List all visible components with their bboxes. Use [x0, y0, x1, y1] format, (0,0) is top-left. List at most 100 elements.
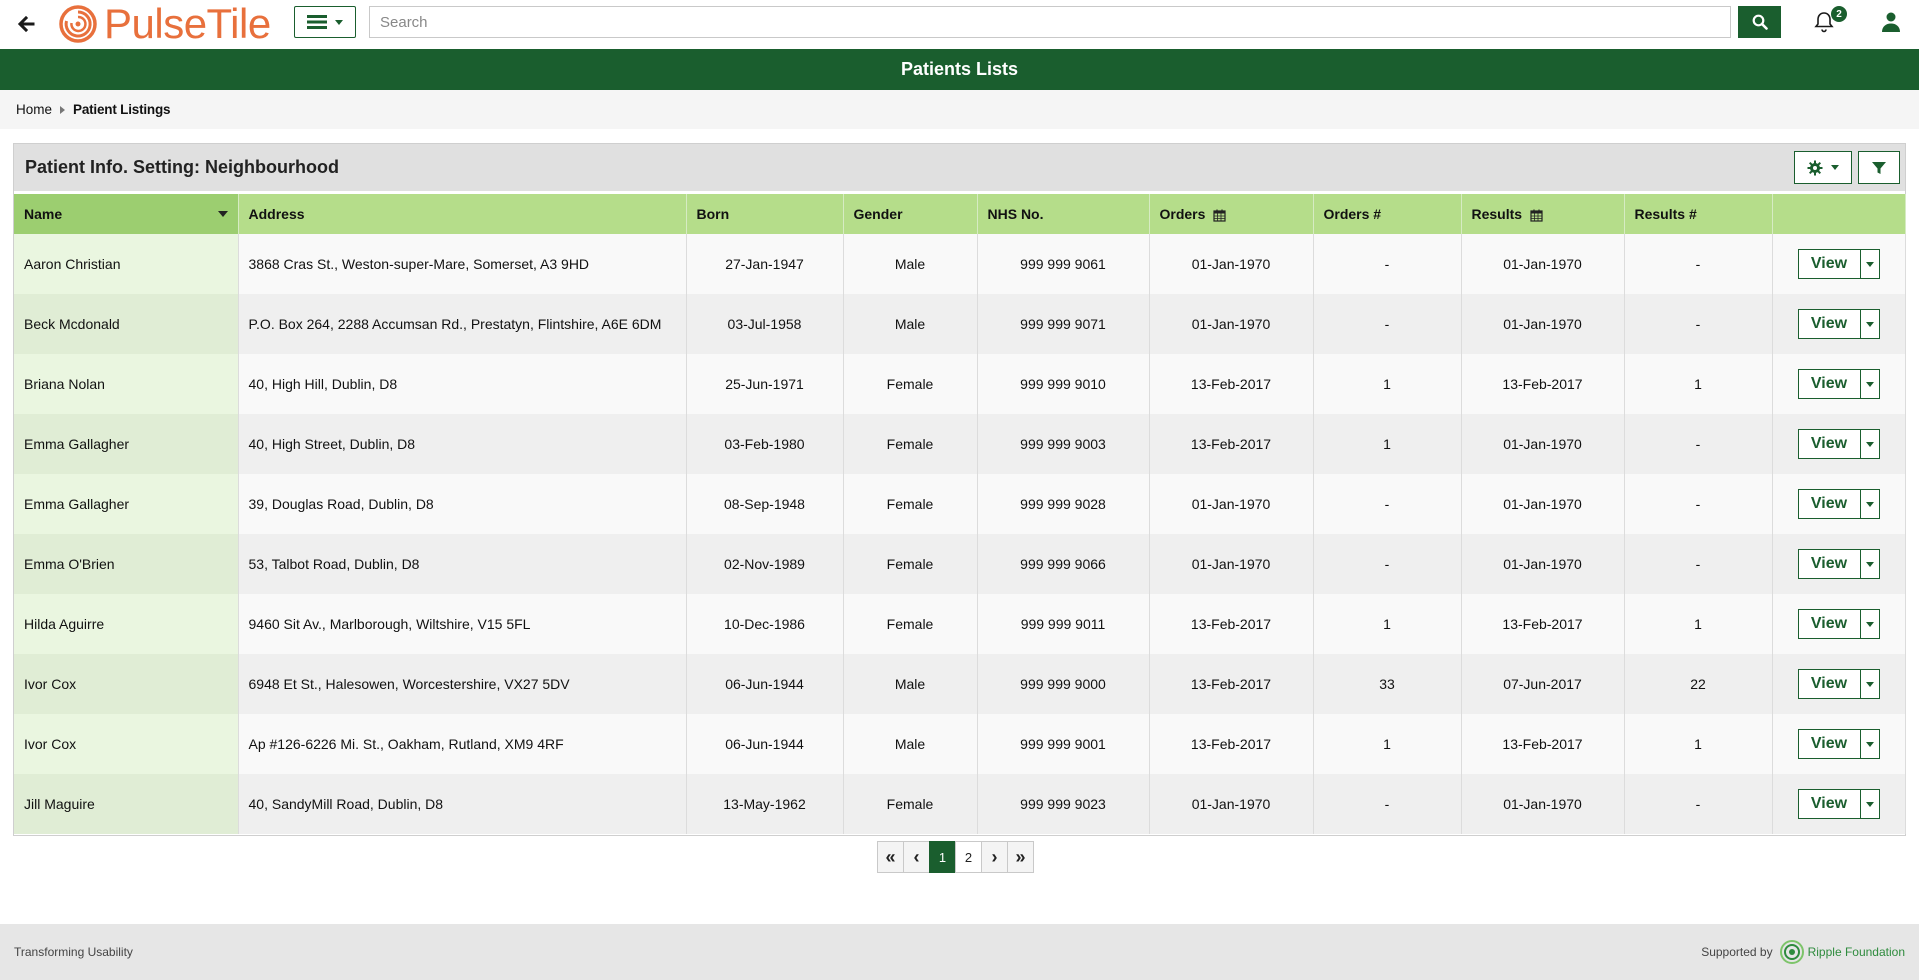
column-header-nhs[interactable]: NHS No. — [977, 194, 1150, 234]
pulsetile-logo[interactable]: PulseTile — [58, 0, 271, 47]
cell-orders-date: 13-Feb-2017 — [1149, 714, 1314, 774]
table-row[interactable]: Briana Nolan 40, High Hill, Dublin, D8 25-… — [14, 354, 1906, 414]
column-header-results-count[interactable]: Results # — [1624, 194, 1773, 234]
cell-orders-count: 1 — [1313, 594, 1462, 654]
view-dropdown-toggle[interactable] — [1860, 550, 1879, 578]
cell-name: Aaron Christian — [14, 234, 239, 294]
cell-actions: View — [1772, 354, 1906, 414]
breadcrumb-home-link[interactable]: Home — [16, 102, 52, 117]
table-row[interactable]: Hilda Aguirre 9460 Sit Av., Marlborough, … — [14, 594, 1906, 654]
cell-name: Briana Nolan — [14, 354, 239, 414]
cell-orders-date: 13-Feb-2017 — [1149, 594, 1314, 654]
view-dropdown-toggle[interactable] — [1860, 310, 1879, 338]
column-header-orders[interactable]: Orders — [1149, 194, 1314, 234]
calendar-icon — [1530, 209, 1543, 222]
pagination-first-button[interactable]: « — [877, 841, 904, 873]
cell-address: 40, SandyMill Road, Dublin, D8 — [238, 774, 687, 834]
patient-list-panel: Patient Info. Setting: Neighbourhood Nam… — [13, 143, 1906, 836]
view-button[interactable]: View — [1798, 730, 1861, 758]
view-button-group: View — [1797, 789, 1880, 819]
column-header-address[interactable]: Address — [238, 194, 687, 234]
hamburger-icon — [307, 15, 327, 29]
cell-gender: Female — [843, 414, 978, 474]
search-button[interactable] — [1738, 6, 1781, 38]
column-header-results[interactable]: Results — [1461, 194, 1625, 234]
view-dropdown-toggle[interactable] — [1860, 610, 1879, 638]
pagination-last-button[interactable]: » — [1007, 841, 1034, 873]
view-button[interactable]: View — [1798, 550, 1861, 578]
cell-actions: View — [1772, 774, 1906, 834]
filter-icon — [1872, 161, 1886, 174]
cell-nhs-number: 999 999 9003 — [977, 414, 1150, 474]
cell-gender: Male — [843, 234, 978, 294]
page-header-band: Patients Lists — [0, 49, 1919, 90]
column-header-orders-count[interactable]: Orders # — [1313, 194, 1462, 234]
cell-results-count: - — [1624, 534, 1773, 594]
view-button-group: View — [1797, 549, 1880, 579]
chevron-down-icon — [1865, 321, 1874, 327]
cell-nhs-number: 999 999 9001 — [977, 714, 1150, 774]
user-icon[interactable] — [1880, 11, 1904, 35]
cell-orders-date: 13-Feb-2017 — [1149, 414, 1314, 474]
logo-text: PulseTile — [104, 0, 271, 47]
view-button[interactable]: View — [1798, 430, 1861, 458]
column-header-gender[interactable]: Gender — [843, 194, 978, 234]
cell-results-date: 13-Feb-2017 — [1461, 594, 1625, 654]
view-dropdown-toggle[interactable] — [1860, 670, 1879, 698]
view-button[interactable]: View — [1798, 250, 1861, 278]
view-button-group: View — [1797, 669, 1880, 699]
column-header-born[interactable]: Born — [686, 194, 844, 234]
view-dropdown-toggle[interactable] — [1860, 790, 1879, 818]
view-button[interactable]: View — [1798, 610, 1861, 638]
view-button[interactable]: View — [1798, 790, 1861, 818]
breadcrumb-current: Patient Listings — [73, 102, 171, 117]
cell-results-date: 01-Jan-1970 — [1461, 474, 1625, 534]
cell-born: 03-Feb-1980 — [686, 414, 844, 474]
menu-button[interactable] — [294, 6, 356, 38]
sort-caret-icon[interactable] — [217, 211, 228, 217]
cell-actions: View — [1772, 534, 1906, 594]
view-button-group: View — [1797, 249, 1880, 279]
back-arrow-icon[interactable] — [14, 12, 38, 36]
table-row[interactable]: Emma Gallagher 40, High Street, Dublin, D… — [14, 414, 1906, 474]
ripple-foundation-logo[interactable]: Ripple Foundation — [1779, 939, 1905, 965]
notifications-button[interactable]: 2 — [1813, 6, 1847, 40]
cell-orders-count: 1 — [1313, 714, 1462, 774]
table-row[interactable]: Emma Gallagher 39, Douglas Road, Dublin, … — [14, 474, 1906, 534]
view-dropdown-toggle[interactable] — [1860, 430, 1879, 458]
table-row[interactable]: Jill Maguire 40, SandyMill Road, Dublin, … — [14, 774, 1906, 834]
cell-orders-date: 01-Jan-1970 — [1149, 294, 1314, 354]
pagination-next-button[interactable]: › — [981, 841, 1008, 873]
cell-born: 10-Dec-1986 — [686, 594, 844, 654]
search-input[interactable] — [369, 6, 1731, 38]
table-row[interactable]: Aaron Christian 3868 Cras St., Weston-sup… — [14, 234, 1906, 294]
cell-nhs-number: 999 999 9071 — [977, 294, 1150, 354]
pagination-page-2[interactable]: 2 — [955, 841, 982, 873]
cell-orders-count: 33 — [1313, 654, 1462, 714]
view-button[interactable]: View — [1798, 670, 1861, 698]
view-dropdown-toggle[interactable] — [1860, 730, 1879, 758]
filter-button[interactable] — [1858, 151, 1900, 184]
table-row[interactable]: Emma O'Brien 53, Talbot Road, Dublin, D8 0… — [14, 534, 1906, 594]
breadcrumb: Home Patient Listings — [0, 90, 1919, 129]
view-dropdown-toggle[interactable] — [1860, 370, 1879, 398]
view-button[interactable]: View — [1798, 310, 1861, 338]
view-button[interactable]: View — [1798, 490, 1861, 518]
pagination-page-1[interactable]: 1 — [929, 841, 956, 873]
cell-results-count: - — [1624, 234, 1773, 294]
table-row[interactable]: Ivor Cox 6948 Et St., Halesowen, Worceste… — [14, 654, 1906, 714]
cell-name: Jill Maguire — [14, 774, 239, 834]
table-row[interactable]: Beck Mcdonald P.O. Box 264, 2288 Accumsan… — [14, 294, 1906, 354]
view-dropdown-toggle[interactable] — [1860, 490, 1879, 518]
view-dropdown-toggle[interactable] — [1860, 250, 1879, 278]
page-title: Patients Lists — [900, 59, 1019, 79]
cell-born: 06-Jun-1944 — [686, 714, 844, 774]
cell-results-date: 07-Jun-2017 — [1461, 654, 1625, 714]
view-button[interactable]: View — [1798, 370, 1861, 398]
pagination-prev-button[interactable]: ‹ — [903, 841, 930, 873]
cell-nhs-number: 999 999 9061 — [977, 234, 1150, 294]
notification-count-badge: 2 — [1831, 6, 1847, 22]
column-header-name[interactable]: Name — [14, 194, 239, 234]
settings-dropdown-button[interactable] — [1794, 151, 1852, 184]
table-row[interactable]: Ivor Cox Ap #126-6226 Mi. St., Oakham, Ru… — [14, 714, 1906, 774]
